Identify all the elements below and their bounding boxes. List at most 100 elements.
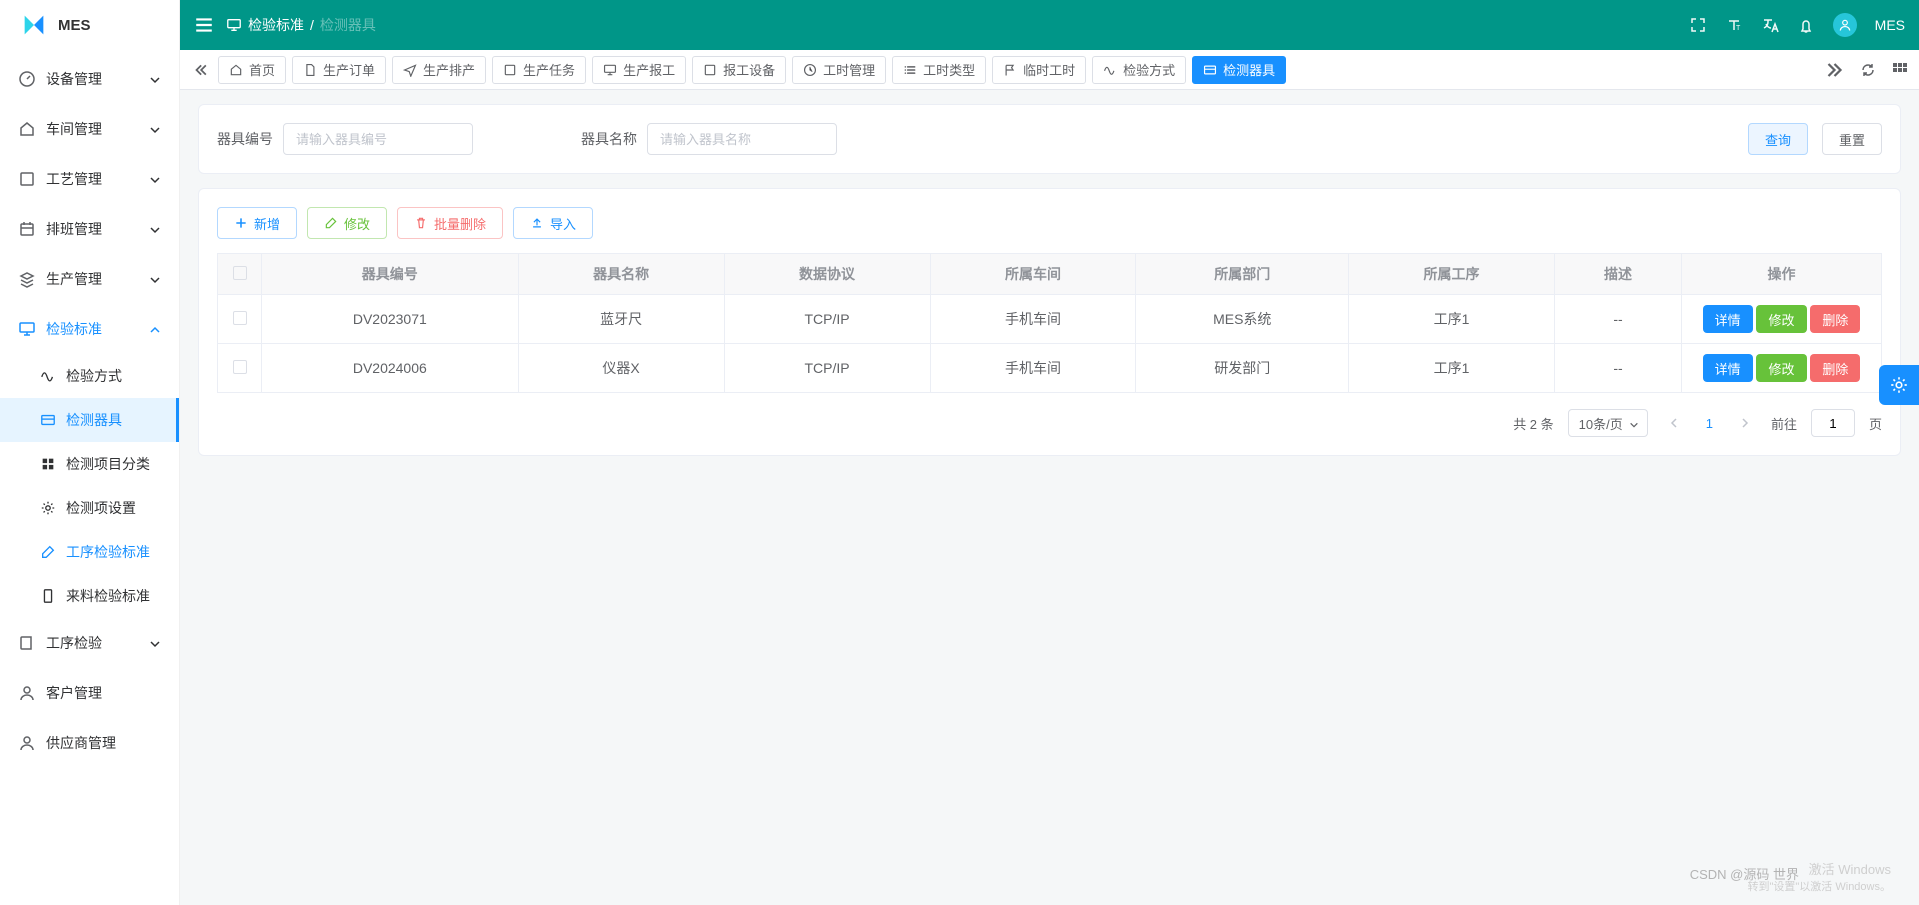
page-size-select[interactable]: 10条/页 <box>1568 409 1648 437</box>
tab-prod-plan[interactable]: 生产排产 <box>392 56 486 84</box>
sub-item-inspect-settings[interactable]: 检测项设置 <box>0 486 179 530</box>
breadcrumb-parent[interactable]: 检验标准 <box>248 15 304 35</box>
detail-button[interactable]: 详情 <box>1703 305 1753 333</box>
font-size-icon[interactable] <box>1725 16 1743 34</box>
refresh-icon[interactable] <box>1859 61 1877 79</box>
tab-temp-worktime[interactable]: 临时工时 <box>992 56 1086 84</box>
tab-report-device[interactable]: 报工设备 <box>692 56 786 84</box>
page-number[interactable]: 1 <box>1700 416 1719 431</box>
breadcrumb: 检验标准 / 检测器具 <box>226 15 376 35</box>
import-button[interactable]: 导入 <box>513 207 593 239</box>
tab-prod-order[interactable]: 生产订单 <box>292 56 386 84</box>
sidebar-label: 检验标准 <box>46 319 102 339</box>
box-icon <box>18 170 36 188</box>
sidebar-item-craft[interactable]: 工艺管理 <box>0 154 179 204</box>
sub-label: 检测项设置 <box>66 498 136 518</box>
checkbox-all[interactable] <box>233 266 247 280</box>
cell-code: DV2024006 <box>262 344 519 393</box>
cell-code: DV2023071 <box>262 295 519 344</box>
batch-delete-button[interactable]: 批量删除 <box>397 207 503 239</box>
sub-item-process-std[interactable]: 工序检验标准 <box>0 530 179 574</box>
cell-ops: 详情 修改 删除 <box>1682 344 1882 393</box>
home-icon <box>18 120 36 138</box>
sub-item-inspect-mode[interactable]: 检验方式 <box>0 354 179 398</box>
row-checkbox[interactable] <box>233 311 247 325</box>
name-input[interactable] <box>647 123 837 155</box>
sidebar-label: 客户管理 <box>46 683 102 703</box>
sidebar-item-supplier[interactable]: 供应商管理 <box>0 718 179 768</box>
table-row: DV2024006 仪器X TCP/IP 手机车间 研发部门 工序1 -- 详情… <box>218 344 1882 393</box>
sidebar-item-customer[interactable]: 客户管理 <box>0 668 179 718</box>
tab-worktime-type[interactable]: 工时类型 <box>892 56 986 84</box>
sidebar-label: 工艺管理 <box>46 169 102 189</box>
settings-drawer-toggle[interactable] <box>1879 365 1919 405</box>
chevron-down-icon <box>149 223 161 235</box>
code-input[interactable] <box>283 123 473 155</box>
chevron-down-icon <box>149 273 161 285</box>
next-page[interactable] <box>1733 411 1757 435</box>
sub-item-inspect-tool[interactable]: 检测器具 <box>0 398 179 442</box>
sidebar-item-production[interactable]: 生产管理 <box>0 254 179 304</box>
tab-label: 生产报工 <box>623 60 675 79</box>
tab-inspect-mode[interactable]: 检验方式 <box>1092 56 1186 84</box>
cell-dept: MES系统 <box>1136 295 1349 344</box>
tabs-next-icon[interactable] <box>1827 61 1845 79</box>
query-button[interactable]: 查询 <box>1748 123 1808 155</box>
grid-icon <box>40 456 56 472</box>
detail-button[interactable]: 详情 <box>1703 354 1753 382</box>
sub-item-incoming-std[interactable]: 来料检验标准 <box>0 574 179 618</box>
wave-icon <box>1103 63 1117 77</box>
field-name: 器具名称 <box>581 123 837 155</box>
edit-button[interactable]: 修改 <box>307 207 387 239</box>
tab-prod-report[interactable]: 生产报工 <box>592 56 686 84</box>
sidebar-label: 排班管理 <box>46 219 102 239</box>
prev-page[interactable] <box>1662 411 1686 435</box>
hamburger-icon[interactable] <box>194 15 214 35</box>
sidebar-item-process-inspect[interactable]: 工序检验 <box>0 618 179 668</box>
sidebar-item-workshop[interactable]: 车间管理 <box>0 104 179 154</box>
reset-button[interactable]: 重置 <box>1822 123 1882 155</box>
logo[interactable]: MES <box>0 0 179 50</box>
cell-proc: 工序1 <box>1349 295 1555 344</box>
col-proc: 所属工序 <box>1349 254 1555 295</box>
language-icon[interactable] <box>1761 16 1779 34</box>
clock-icon <box>803 63 817 77</box>
username[interactable]: MES <box>1875 17 1905 33</box>
tab-label: 检验方式 <box>1123 60 1175 79</box>
fullscreen-icon[interactable] <box>1689 16 1707 34</box>
sub-label: 检测项目分类 <box>66 454 150 474</box>
row-edit-button[interactable]: 修改 <box>1756 305 1806 333</box>
sidebar-label: 生产管理 <box>46 269 102 289</box>
col-code: 器具编号 <box>262 254 519 295</box>
col-dept: 所属部门 <box>1136 254 1349 295</box>
sub-item-inspect-category[interactable]: 检测项目分类 <box>0 442 179 486</box>
report-icon <box>603 63 617 77</box>
sidebar-label: 设备管理 <box>46 69 102 89</box>
row-delete-button[interactable]: 删除 <box>1810 354 1860 382</box>
row-checkbox[interactable] <box>233 360 247 374</box>
col-ops: 操作 <box>1682 254 1882 295</box>
row-edit-button[interactable]: 修改 <box>1756 354 1806 382</box>
bell-icon[interactable] <box>1797 16 1815 34</box>
goto-label: 前往 <box>1771 414 1797 433</box>
apps-icon[interactable] <box>1891 61 1909 79</box>
tab-prod-task[interactable]: 生产任务 <box>492 56 586 84</box>
avatar[interactable] <box>1833 13 1857 37</box>
chevron-down-icon <box>149 123 161 135</box>
total-text: 共 2 条 <box>1513 414 1553 433</box>
goto-input[interactable] <box>1811 409 1855 437</box>
tab-inspect-tool[interactable]: 检测器具 <box>1192 56 1286 84</box>
tabs-prev-icon[interactable] <box>190 60 210 80</box>
monitor-icon <box>226 17 242 33</box>
sidebar-item-schedule[interactable]: 排班管理 <box>0 204 179 254</box>
sidebar-item-device[interactable]: 设备管理 <box>0 54 179 104</box>
plane-icon <box>403 63 417 77</box>
toolbar: 新增 修改 批量删除 导入 <box>217 207 1882 239</box>
add-button[interactable]: 新增 <box>217 207 297 239</box>
row-delete-button[interactable]: 删除 <box>1810 305 1860 333</box>
tab-worktime[interactable]: 工时管理 <box>792 56 886 84</box>
tab-home[interactable]: 首页 <box>218 56 286 84</box>
cell-workshop: 手机车间 <box>930 295 1136 344</box>
cell-proto: TCP/IP <box>724 344 930 393</box>
sidebar-item-inspection-std[interactable]: 检验标准 <box>0 304 179 354</box>
